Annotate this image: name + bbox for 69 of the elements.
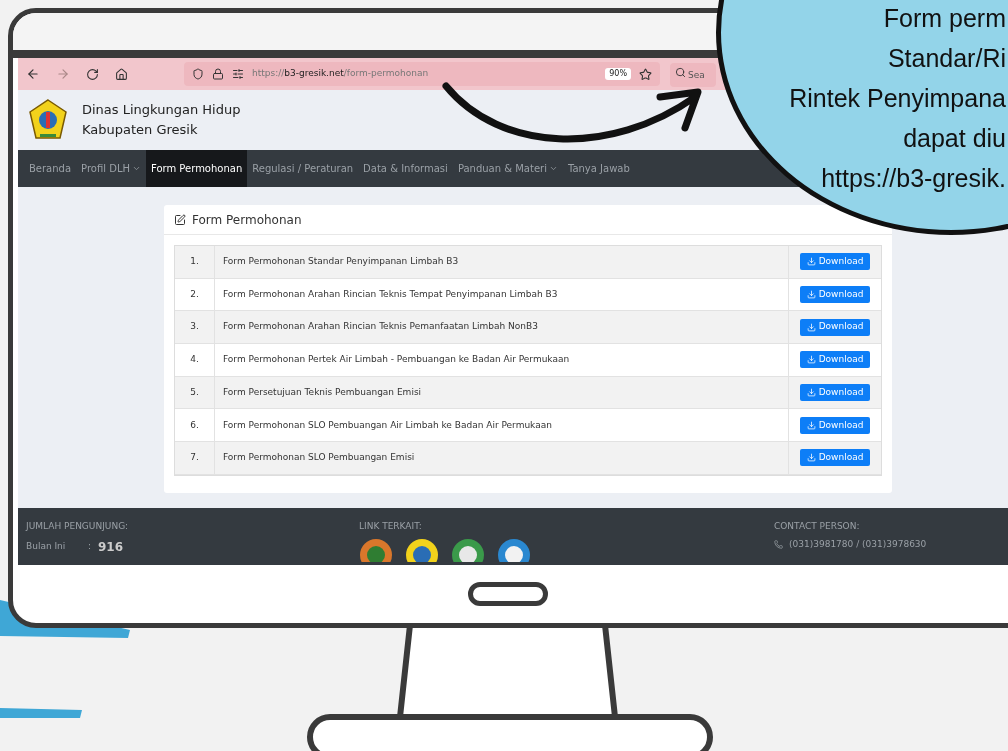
pentagon-emblem-icon [28,98,68,142]
callout-text: Rintek Penyimpana [789,83,1006,114]
row-number: 5. [175,376,215,409]
bookmark-star-icon[interactable] [639,67,652,81]
download-icon [806,388,816,398]
site-title: Kabupaten Gresik [82,121,199,139]
reload-icon[interactable] [86,67,99,81]
download-button[interactable]: Download [799,286,871,304]
card-title: Form Permohonan [192,211,302,229]
nav-link[interactable]: Data & Informasi [358,150,453,187]
footer-heading: LINK TERKAIT: [359,520,423,533]
footer-heading: JUMLAH PENGUNJUNG: [26,520,130,533]
search-icon [675,67,686,78]
phone-icon [774,539,783,549]
callout-text: Standar/Ri [887,43,1006,74]
back-icon[interactable] [26,67,40,81]
form-name: Form Permohonan Arahan Rincian Teknis Tempat Penyimpanan Limbah B3 [215,278,789,311]
edit-icon [174,213,186,226]
url-text: https://b3-gresik.net/form-permohonan [252,67,429,81]
round-emblem-icon[interactable] [405,537,439,562]
visitor-count: 916 [98,538,124,556]
monitor-button-icon [468,582,548,606]
row-number: 1. [175,246,215,278]
callout-text: https://b3-gresik. [821,163,1006,194]
form-name: Form Permohonan Pertek Air Limbah - Pembuangan ke Badan Air Permukaan [215,344,789,376]
zoom-level[interactable]: 90% [605,68,631,80]
address-bar[interactable]: https://b3-gresik.net/form-permohonan 90% [184,62,660,86]
download-icon [806,355,816,365]
phone-number: (031)3981780 / (031)3978630 [789,537,927,551]
lock-icon[interactable] [212,68,224,80]
download-button[interactable]: Download [799,449,871,467]
nav-link[interactable]: Regulasi / Peraturan [247,150,359,187]
row-number: 7. [175,442,215,474]
download-button[interactable]: Download [799,318,871,336]
site-title: Dinas Lingkungan Hidup [82,101,241,119]
shield-emblem-icon[interactable] [497,537,531,562]
nav-link[interactable]: Tanya Jawab [562,150,635,187]
shield-icon[interactable] [192,68,204,80]
nav-link[interactable]: Beranda [24,150,77,187]
nav-link[interactable]: Profil DLH [76,150,146,187]
download-button[interactable]: Download [799,384,871,402]
form-name: Form Persetujuan Teknis Pembuangan Emisi [215,376,789,409]
row-number: 4. [175,344,215,376]
row-number: 3. [175,311,215,344]
download-icon [806,420,816,430]
download-icon [806,290,816,300]
row-number: 2. [175,278,215,311]
nav-link[interactable]: Form Permohonan [146,150,248,187]
download-icon [806,322,816,332]
search-field[interactable]: Sea [670,63,716,87]
form-name: Form Permohonan Standar Penyimpanan Limbah B3 [215,246,789,278]
nav-link[interactable]: Panduan & Materi [452,150,563,187]
form-name: Form Permohonan SLO Pembuangan Emisi [215,442,789,474]
home-icon[interactable] [115,67,128,81]
callout-text: dapat diu [903,123,1006,154]
visitor-label: Bulan Ini [26,539,67,553]
download-button[interactable]: Download [799,253,871,271]
download-icon [806,257,816,267]
visitor-separator: : [88,539,93,553]
round-emblem-icon[interactable] [451,537,485,562]
footer-heading: CONTACT PERSON: [774,520,861,533]
download-button[interactable]: Download [799,351,871,369]
form-name: Form Permohonan Arahan Rincian Teknis Pemanfaatan Limbah NonB3 [215,311,789,344]
row-number: 6. [175,409,215,442]
download-icon [806,453,816,463]
form-name: Form Permohonan SLO Pembuangan Air Limbah ke Badan Air Permukaan [215,409,789,442]
download-button[interactable]: Download [799,416,871,434]
callout-text: Form perm [883,3,1006,34]
permissions-icon[interactable] [232,68,244,80]
